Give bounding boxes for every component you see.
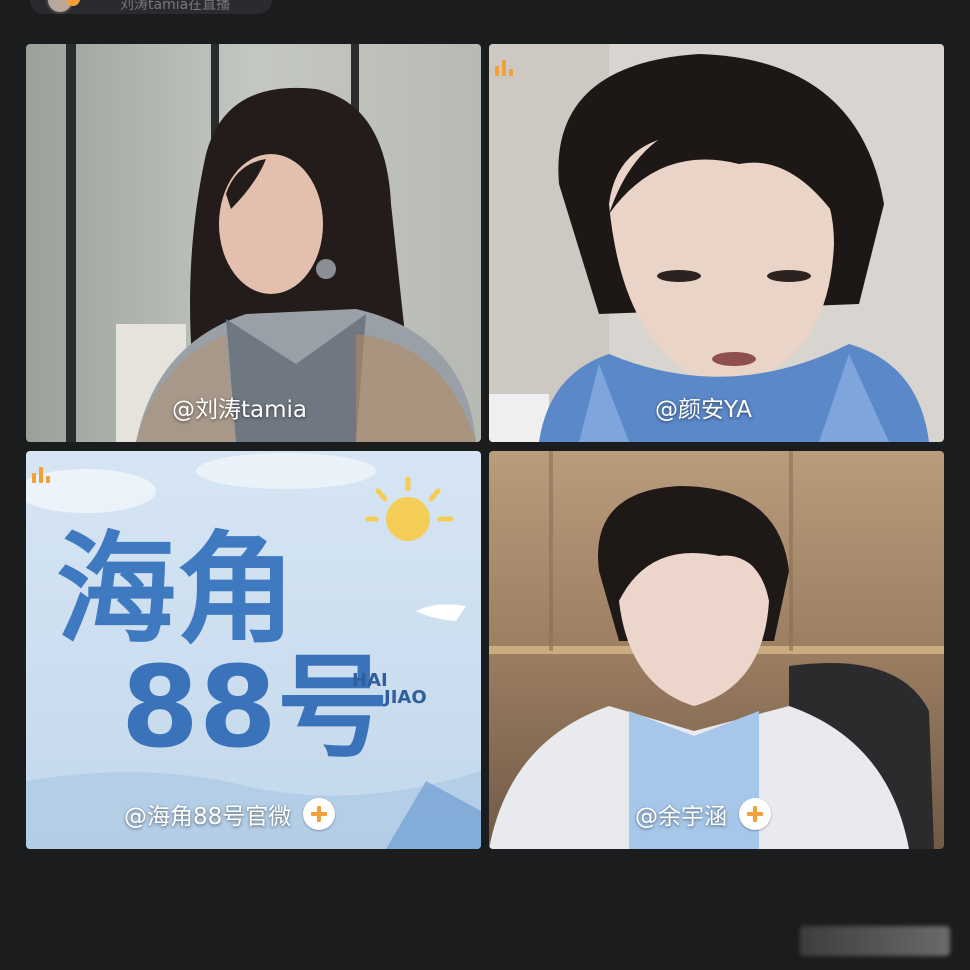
video-frame-2 — [489, 44, 944, 442]
follow-button[interactable] — [739, 798, 771, 830]
tile-3-label-row: @海角88号官微 — [124, 797, 336, 831]
follow-button[interactable] — [303, 798, 336, 830]
poster-title-line1: 海角 — [56, 521, 296, 660]
plus-follow-icon — [747, 806, 763, 822]
mic-level-icon — [495, 60, 513, 76]
tile-2-username[interactable]: @颜安YA — [655, 390, 752, 424]
tile-2-label-row: @颜安YA — [655, 390, 752, 424]
video-frame-1 — [26, 44, 481, 442]
video-tile-3[interactable]: 海角 88号 HAI JIAO @海角88号官微 — [26, 451, 481, 849]
tile-1-username[interactable]: @刘涛tamia — [172, 390, 307, 424]
video-tile-1[interactable]: @刘涛tamia — [26, 44, 481, 442]
watermark — [800, 926, 950, 956]
tile-4-label-row: @余宇涵 — [635, 797, 771, 831]
poster-sub-line1: HAI — [352, 670, 388, 691]
video-tile-2[interactable]: @颜安YA — [489, 44, 944, 442]
tile-3-username[interactable]: @海角88号官微 — [124, 797, 291, 831]
video-frame-3: 海角 88号 HAI JIAO — [26, 451, 481, 849]
tile-1-label-row: @刘涛tamia — [172, 390, 307, 424]
tile-4-username[interactable]: @余宇涵 — [635, 797, 727, 831]
plus-follow-icon — [311, 806, 328, 822]
mic-level-icon — [32, 467, 50, 483]
host-name: 刘涛tamia在直播 — [120, 0, 231, 13]
poster-sub-line2: JIAO — [382, 687, 427, 708]
video-tile-4[interactable]: @余宇涵 — [489, 451, 944, 849]
video-frame-4 — [489, 451, 944, 849]
live-top-bar: 刘涛tamia在直播 — [0, 0, 970, 20]
poster-title-line2: 88号 — [121, 643, 389, 773]
